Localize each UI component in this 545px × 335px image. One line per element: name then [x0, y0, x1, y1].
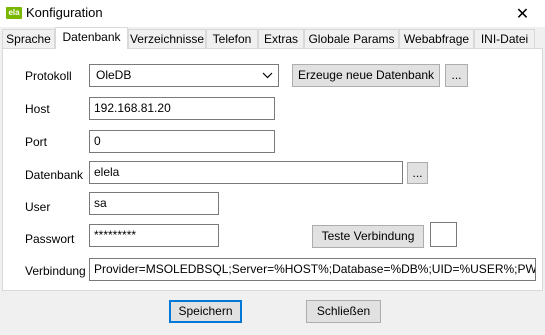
port-label: Port	[25, 135, 48, 149]
protokoll-browse-button[interactable]: ...	[445, 64, 468, 87]
window-title: Konfiguration	[26, 5, 103, 20]
connection-status-indicator	[430, 222, 457, 247]
tab-datenbank[interactable]: Datenbank	[55, 27, 128, 49]
protokoll-select[interactable]: OleDB	[89, 64, 279, 87]
host-input[interactable]: 192.168.81.20	[89, 97, 275, 120]
connection-string-input[interactable]: Provider=MSOLEDBSQL;Server=%HOST%;Databa…	[89, 258, 536, 281]
host-label: Host	[25, 102, 50, 116]
test-connection-button[interactable]: Teste Verbindung	[312, 225, 424, 248]
tab-sprache[interactable]: Sprache	[2, 29, 55, 48]
user-input[interactable]: sa	[89, 192, 219, 215]
protokoll-value: OleDB	[96, 68, 132, 82]
user-label: User	[25, 200, 51, 214]
chevron-down-icon	[260, 65, 274, 86]
configuration-dialog: ela Konfiguration ✕ Sprache Datenbank Ve…	[0, 0, 545, 335]
tab-ini-datei[interactable]: INI-Datei	[474, 29, 535, 48]
tab-globale-params[interactable]: Globale Params	[304, 29, 399, 48]
datenbank-label: Datenbank	[25, 168, 84, 182]
verbindung-label: Verbindung	[25, 264, 86, 278]
passwort-input[interactable]: *********	[89, 224, 219, 247]
datenbank-panel: Protokoll OleDB Erzeuge neue Datenbank .…	[2, 48, 543, 291]
datenbank-input[interactable]: elela	[89, 161, 403, 184]
title-bar: ela Konfiguration ✕	[0, 0, 545, 27]
tab-strip: Sprache Datenbank Verzeichnisse Telefon …	[2, 27, 543, 49]
save-button[interactable]: Speichern	[169, 300, 242, 323]
app-icon: ela	[6, 7, 22, 19]
datenbank-browse-button[interactable]: ...	[407, 162, 428, 184]
close-button[interactable]: Schließen	[306, 300, 381, 323]
tab-webabfrage[interactable]: Webabfrage	[399, 29, 474, 48]
port-input[interactable]: 0	[89, 130, 275, 153]
tab-telefon[interactable]: Telefon	[206, 29, 258, 48]
close-icon[interactable]: ✕	[500, 0, 545, 27]
tab-extras[interactable]: Extras	[258, 29, 304, 48]
protokoll-label: Protokoll	[25, 69, 72, 83]
passwort-label: Passwort	[25, 232, 75, 246]
create-database-button[interactable]: Erzeuge neue Datenbank	[292, 64, 440, 87]
tab-verzeichnisse[interactable]: Verzeichnisse	[128, 29, 206, 48]
